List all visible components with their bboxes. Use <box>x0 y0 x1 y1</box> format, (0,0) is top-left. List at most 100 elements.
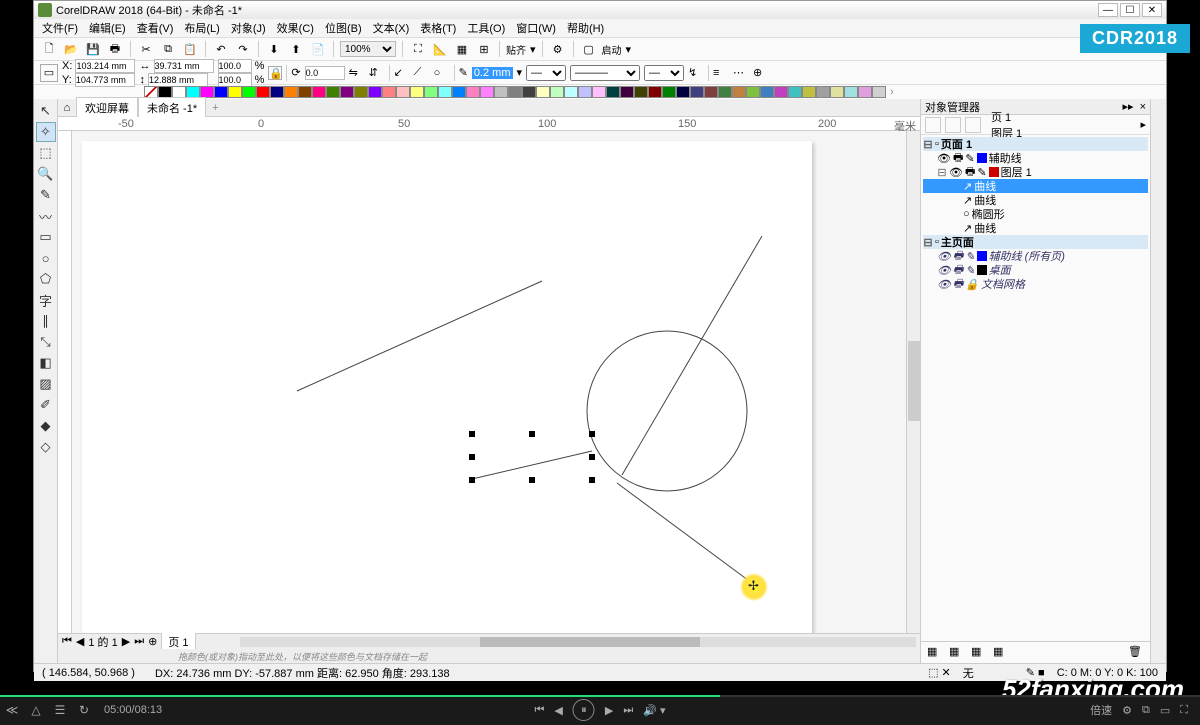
ruler-vertical[interactable] <box>58 131 72 633</box>
line-end-style[interactable]: — <box>644 65 684 81</box>
color-swatch[interactable] <box>872 86 886 98</box>
color-swatch[interactable] <box>410 86 424 98</box>
open-icon[interactable]: 📂 <box>62 40 80 58</box>
color-swatch[interactable] <box>354 86 368 98</box>
redo-icon[interactable]: ↷ <box>234 40 252 58</box>
move-to-icon[interactable]: ▦ <box>993 645 1009 661</box>
menu-text[interactable]: 文本(X) <box>369 19 414 37</box>
snap-label[interactable]: 贴齐 <box>506 42 526 57</box>
line-style[interactable]: ——— <box>570 65 640 81</box>
mirror-v-icon[interactable]: ⇵ <box>369 66 385 79</box>
layer-mgr-icon[interactable] <box>965 117 981 133</box>
speed-label[interactable]: 倍速 <box>1090 702 1112 718</box>
selection-handle[interactable] <box>469 431 475 437</box>
freehand-tool[interactable]: ✎ <box>36 185 56 205</box>
scrollbar-horizontal[interactable] <box>240 637 916 647</box>
menu-file[interactable]: 文件(F) <box>38 19 82 37</box>
color-swatch[interactable] <box>746 86 760 98</box>
color-swatch[interactable] <box>606 86 620 98</box>
menu-edit[interactable]: 编辑(E) <box>85 19 130 37</box>
object-tree[interactable]: ⊟▫页面 1 👁🖶✎辅助线 ⊟👁🖶✎图层 1 ↗曲线 ↗曲线 ○椭圆形 ↗曲线 … <box>921 135 1150 641</box>
color-swatch[interactable] <box>592 86 606 98</box>
color-swatch[interactable] <box>662 86 676 98</box>
rectangle-tool[interactable]: ▭ <box>36 227 56 247</box>
settings-icon[interactable]: ⚙ <box>1122 704 1132 717</box>
color-swatch[interactable] <box>802 86 816 98</box>
color-swatch[interactable] <box>858 86 872 98</box>
new-icon[interactable]: 🗋 <box>40 40 58 58</box>
color-swatch[interactable] <box>704 86 718 98</box>
canvas[interactable]: ✢ <box>72 131 906 633</box>
maximize-button[interactable]: ☐ <box>1120 3 1140 17</box>
tab-welcome[interactable]: 欢迎屏幕 <box>76 97 138 118</box>
pip-icon[interactable]: ⧉ <box>1142 704 1150 717</box>
height-input[interactable] <box>148 73 208 87</box>
tab-document[interactable]: 未命名 -1* <box>138 97 206 118</box>
fullscreen-icon[interactable]: ⛶ <box>1180 704 1188 717</box>
color-swatch[interactable] <box>732 86 746 98</box>
player-menu-icon[interactable]: ☰ <box>48 703 72 717</box>
y-input[interactable] <box>75 73 135 87</box>
color-swatch[interactable] <box>466 86 480 98</box>
color-swatch[interactable] <box>788 86 802 98</box>
color-swatch[interactable] <box>760 86 774 98</box>
selection-handle[interactable] <box>589 477 595 483</box>
color-swatch[interactable] <box>816 86 830 98</box>
add-tab-icon[interactable]: + <box>206 102 224 114</box>
mirror-h-icon[interactable]: ⇋ <box>349 66 365 79</box>
publish-icon[interactable]: 📄 <box>309 40 327 58</box>
color-swatch[interactable] <box>228 86 242 98</box>
page-last-icon[interactable]: ⏭ <box>134 635 144 648</box>
color-swatch[interactable] <box>648 86 662 98</box>
minimize-button[interactable]: — <box>1098 3 1118 17</box>
app-icon[interactable]: ▢ <box>580 40 598 58</box>
delete-icon[interactable]: 🗑 <box>1128 645 1144 661</box>
color-swatch[interactable] <box>312 86 326 98</box>
print-icon[interactable]: 🖶 <box>106 40 124 58</box>
menu-object[interactable]: 对象(J) <box>227 19 270 37</box>
undo-icon[interactable]: ↶ <box>212 40 230 58</box>
outline-width[interactable]: 0.2 mm <box>472 67 513 79</box>
parallel-tool[interactable]: ∥ <box>36 311 56 331</box>
selection-handle[interactable] <box>529 431 535 437</box>
color-swatch[interactable] <box>424 86 438 98</box>
menu-view[interactable]: 查看(V) <box>133 19 178 37</box>
page-add-icon[interactable]: ⊕ <box>148 635 157 648</box>
prev-track-icon[interactable]: ⏮ <box>534 704 544 717</box>
color-swatch[interactable] <box>830 86 844 98</box>
theater-icon[interactable]: ▭ <box>1160 704 1170 717</box>
docker-tabs[interactable] <box>1150 99 1166 663</box>
color-swatch[interactable] <box>382 86 396 98</box>
add-icon[interactable]: ⊕ <box>753 66 769 79</box>
color-swatch[interactable] <box>578 86 592 98</box>
x-input[interactable] <box>75 59 135 73</box>
menu-tools[interactable]: 工具(O) <box>463 19 509 37</box>
wrap-icon[interactable]: ↯ <box>688 66 704 79</box>
selection-handle[interactable] <box>589 454 595 460</box>
width-input[interactable] <box>154 59 214 73</box>
menu-window[interactable]: 窗口(W) <box>512 19 560 37</box>
connector-tool[interactable]: ⤡ <box>36 332 56 352</box>
show-props-icon[interactable] <box>925 117 941 133</box>
color-swatch[interactable] <box>284 86 298 98</box>
palette-more-icon[interactable]: › <box>890 86 894 98</box>
color-swatch[interactable] <box>634 86 648 98</box>
color-swatch[interactable] <box>844 86 858 98</box>
selection-handle[interactable] <box>589 431 595 437</box>
pick-tool[interactable]: ↖ <box>36 101 56 121</box>
scalex-input[interactable] <box>218 59 252 73</box>
color-swatch[interactable] <box>536 86 550 98</box>
shape-tool[interactable]: ✧ <box>36 122 56 142</box>
copy-icon[interactable]: ⧉ <box>159 40 177 58</box>
transparency-tool[interactable]: ▨ <box>36 374 56 394</box>
layer-color-icon[interactable]: ▦ <box>971 645 987 661</box>
zoom-tool[interactable]: 🔍 <box>36 164 56 184</box>
launch-label[interactable]: 启动 <box>602 42 622 57</box>
rotation-input[interactable] <box>305 66 345 80</box>
artistic-tool[interactable]: 〰 <box>36 206 56 226</box>
grid-icon[interactable]: ▦ <box>453 40 471 58</box>
pause-button[interactable]: ⏸ <box>573 699 595 721</box>
selection-handle[interactable] <box>469 477 475 483</box>
color-swatch[interactable] <box>256 86 270 98</box>
new-layer-icon[interactable]: ▦ <box>927 645 943 661</box>
